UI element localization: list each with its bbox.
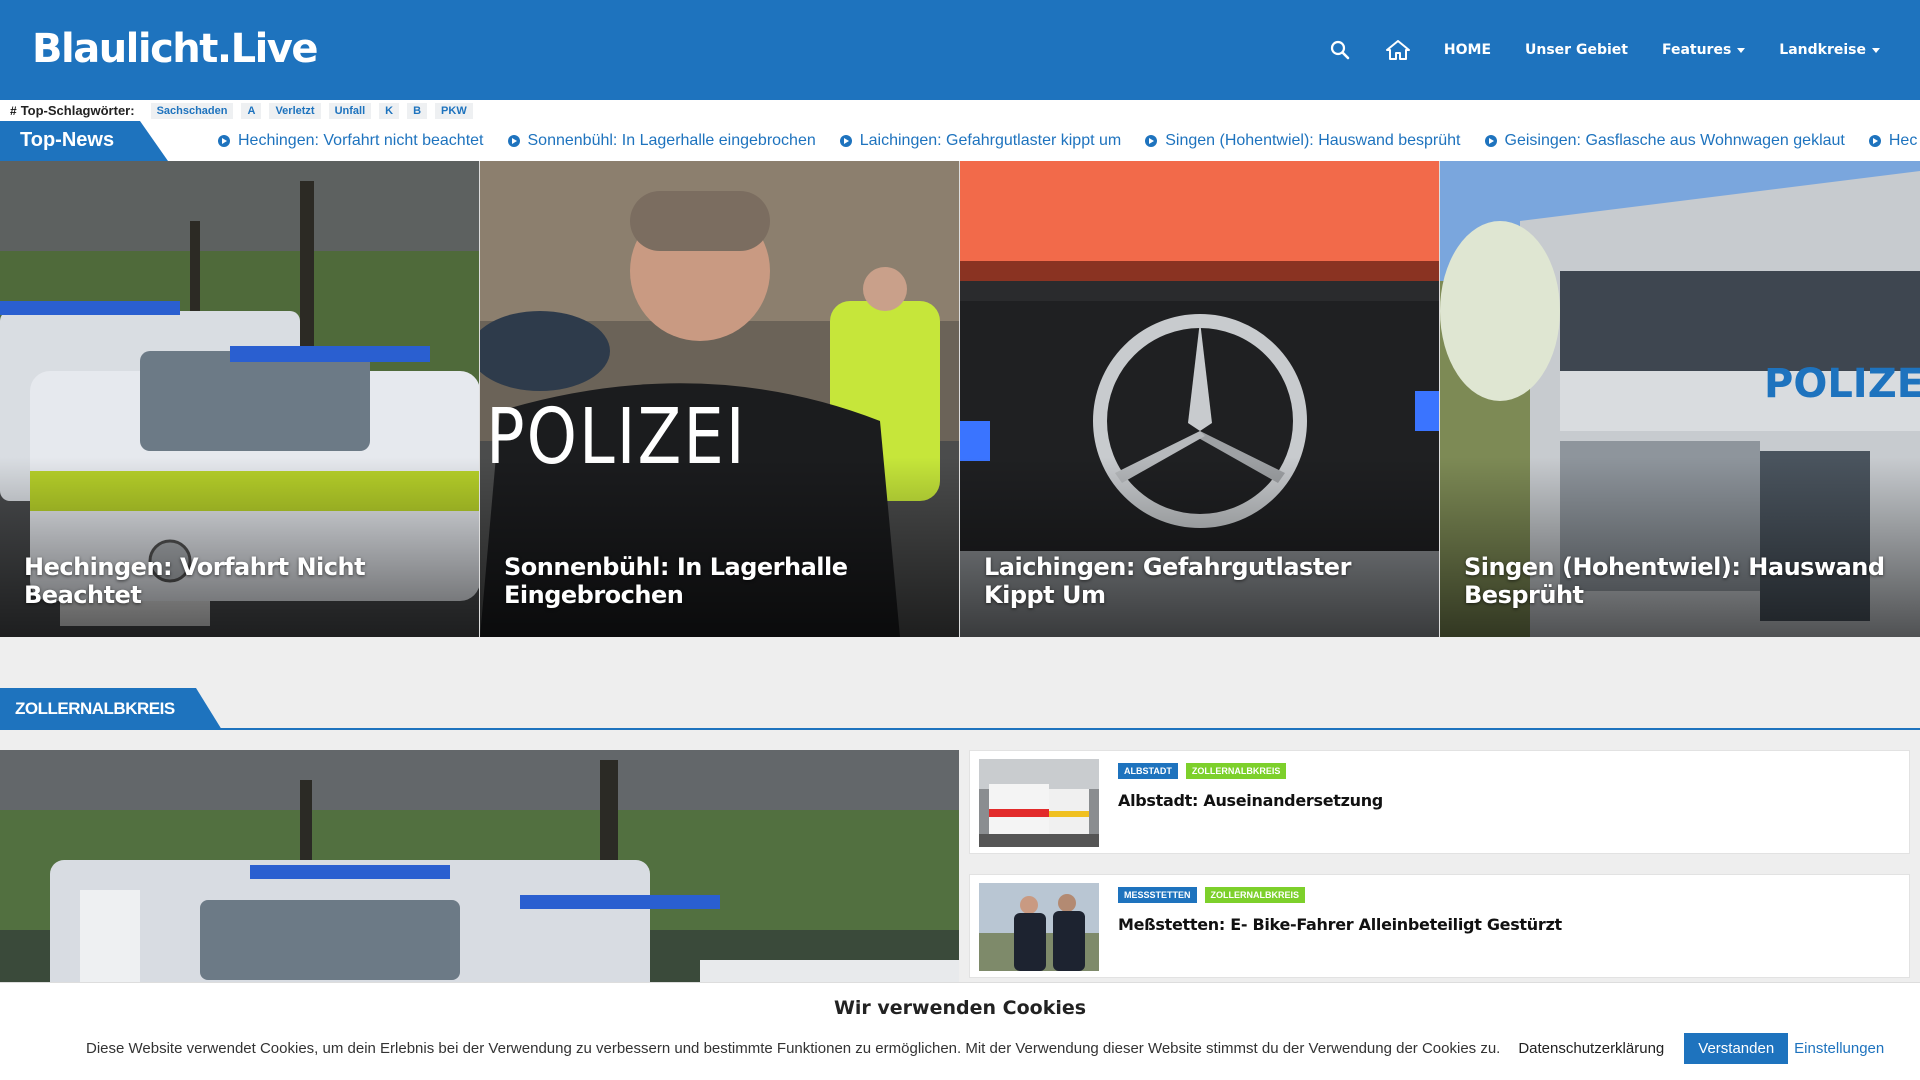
privacy-link[interactable]: Datenschutzerklärung — [1518, 1040, 1664, 1057]
ticker-item-text: Hechingen: Vorfahrt nicht beachtet — [238, 132, 484, 149]
hero-card[interactable]: Laichingen: Gefahrgutlaster Kippt Um — [960, 161, 1440, 637]
ambulance-photo — [979, 759, 1099, 847]
list-item[interactable]: ALBSTADT ZOLLERNALBKREIS Albstadt: Ausei… — [969, 750, 1910, 854]
tag-link[interactable]: K — [379, 102, 400, 119]
hero-shade — [480, 457, 959, 637]
arrow-circle-icon — [1868, 135, 1881, 147]
ticker-item-text: Hec — [1888, 132, 1918, 149]
polize-sign-text: POLIZE — [1764, 361, 1920, 407]
section-title[interactable]: ZOLLERNALBKREIS — [0, 688, 222, 730]
tag-link[interactable]: Unfall — [328, 102, 372, 119]
category-badge[interactable]: ZOLLERNALBKREIS — [1204, 887, 1306, 903]
top-tags-bar: # Top-Schlagwörter: Sachschaden A Verlet… — [0, 100, 1920, 121]
tag-link[interactable]: B — [407, 102, 428, 119]
ticker-item[interactable]: Geisingen: Gasflasche aus Wohnwagen gekl… — [1484, 132, 1845, 150]
site-header: Blaulicht.Live HOME Unser Gebiet Feature… — [0, 0, 1920, 100]
hero-title[interactable]: Sonnenbühl: In Lagerhalle Eingebrochen — [504, 553, 935, 609]
section-header: ZOLLERNALBKREIS — [0, 688, 1920, 730]
ticker-item-text: Geisingen: Gasflasche aus Wohnwagen gekl… — [1504, 132, 1845, 149]
hero-shade — [1440, 457, 1920, 637]
cookie-settings-link[interactable]: Einstellungen — [1794, 1040, 1884, 1057]
ticker-items: Hechingen: Vorfahrt nicht beachtet Sonne… — [218, 121, 1917, 161]
list-item[interactable]: MESSSTETTEN ZOLLERNALBKREIS Meßstetten: … — [969, 874, 1910, 978]
arrow-circle-icon — [1145, 135, 1158, 147]
news-ticker: Top-News Hechingen: Vorfahrt nicht beach… — [0, 121, 1920, 161]
hero-card[interactable]: POLIZEI Sonnenbühl: In Lagerhalle Eingeb… — [480, 161, 960, 637]
arrow-circle-icon — [507, 135, 520, 147]
category-badges: MESSSTETTEN ZOLLERNALBKREIS — [1118, 887, 1306, 903]
category-badges: ALBSTADT ZOLLERNALBKREIS — [1118, 763, 1287, 779]
list-thumbnail[interactable] — [979, 759, 1099, 847]
nav-landkreise[interactable]: Landkreise — [1779, 42, 1880, 58]
ticker-item[interactable]: Hechingen: Vorfahrt nicht beachtet — [218, 132, 484, 150]
list-item-title[interactable]: Albstadt: Auseinandersetzung — [1118, 791, 1383, 810]
chevron-down-icon — [1872, 47, 1880, 53]
cookie-text: Diese Website verwendet Cookies, um dein… — [86, 1040, 1501, 1057]
category-badge[interactable]: ALBSTADT — [1118, 763, 1178, 779]
category-badge[interactable]: MESSSTETTEN — [1118, 887, 1197, 903]
ticker-item[interactable]: Laichingen: Gefahrgutlaster kippt um — [839, 132, 1122, 150]
list-thumbnail[interactable] — [979, 883, 1099, 971]
arrow-circle-icon — [218, 135, 230, 147]
nav-home[interactable]: HOME — [1444, 42, 1491, 58]
list-item-title[interactable]: Meßstetten: E- Bike-Fahrer Alleinbeteili… — [1118, 915, 1562, 934]
hero-title[interactable]: Laichingen: Gefahrgutlaster Kippt Um — [984, 553, 1415, 609]
tag-link[interactable]: Verletzt — [269, 102, 321, 119]
hashtag-icon: # — [10, 103, 17, 118]
chevron-down-icon — [1737, 47, 1746, 53]
ticker-item[interactable]: Hec — [1868, 132, 1918, 150]
category-badge[interactable]: ZOLLERNALBKREIS — [1185, 763, 1287, 779]
ticker-item-text: Laichingen: Gefahrgutlaster kippt um — [859, 132, 1122, 149]
hero-shade — [0, 457, 479, 637]
feature-image[interactable] — [0, 750, 959, 982]
ticker-item-text: Sonnenbühl: In Lagerhalle eingebrochen — [527, 132, 816, 149]
feature-police-car-photo — [0, 750, 959, 982]
cookie-banner: Wir verwenden Cookies Diese Website verw… — [0, 982, 1920, 1080]
site-logo[interactable]: Blaulicht.Live — [32, 26, 319, 72]
arrow-circle-icon — [1484, 135, 1497, 147]
cookie-title: Wir verwenden Cookies — [833, 997, 1087, 1019]
nav-unser-gebiet[interactable]: Unser Gebiet — [1525, 42, 1628, 58]
hero-grid: Hechingen: Vorfahrt Nicht Beachtet POLIZ… — [0, 161, 1920, 637]
arrow-circle-icon — [839, 135, 852, 147]
ticker-item[interactable]: Sonnenbühl: In Lagerhalle eingebrochen — [507, 132, 816, 150]
hero-title[interactable]: Hechingen: Vorfahrt Nicht Beachtet — [24, 553, 455, 609]
ticker-label: Top-News — [0, 121, 168, 161]
officers-photo — [979, 883, 1099, 971]
main-nav: HOME Unser Gebiet Features Landkreise — [1328, 0, 1880, 100]
hero-shade — [960, 457, 1439, 637]
hero-title[interactable]: Singen (Hohentwiel): Hauswand Besprüht — [1464, 553, 1896, 609]
hero-card[interactable]: Hechingen: Vorfahrt Nicht Beachtet — [0, 161, 480, 637]
nav-features[interactable]: Features — [1661, 42, 1746, 58]
search-icon[interactable] — [1328, 38, 1352, 62]
hero-card[interactable]: POLIZE Singen (Hohentwiel): Hauswand Bes… — [1440, 161, 1920, 637]
tag-link[interactable]: Sachschaden — [150, 102, 234, 119]
nav-features-label: Features — [1661, 42, 1732, 58]
accept-cookies-button[interactable]: Verstanden — [1684, 1033, 1789, 1064]
ticker-item[interactable]: Singen (Hohentwiel): Hauswand besprüht — [1145, 132, 1461, 150]
ticker-item-text: Singen (Hohentwiel): Hauswand besprüht — [1165, 132, 1461, 149]
home-icon[interactable] — [1385, 38, 1410, 62]
tag-link[interactable]: PKW — [435, 102, 473, 119]
top-tags-label: Top-Schlagwörter: — [20, 103, 135, 118]
cookie-row: Diese Website verwendet Cookies, um dein… — [86, 1033, 1884, 1064]
nav-landkreise-label: Landkreise — [1779, 42, 1866, 58]
tag-link[interactable]: A — [241, 102, 262, 119]
